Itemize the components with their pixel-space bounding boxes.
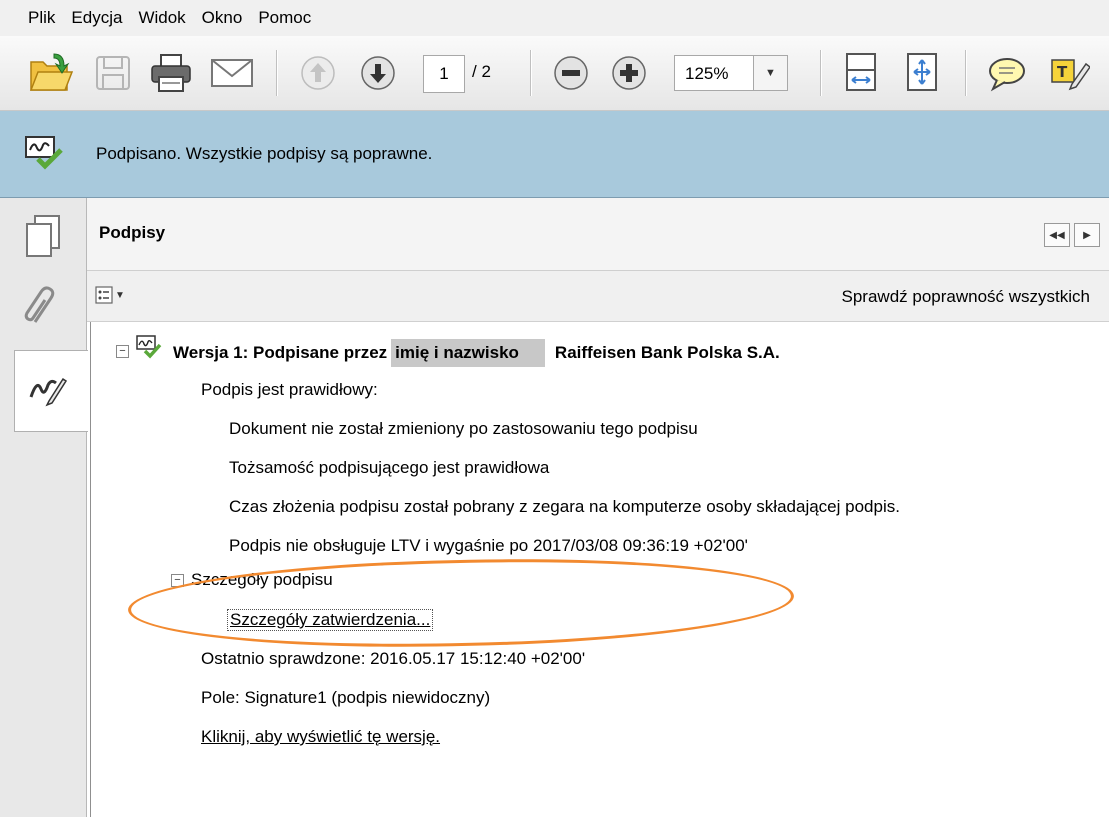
panel-title: Podpisy	[99, 223, 166, 242]
signatures-panel-toolbar: ▼ Sprawdź poprawność wszystkich	[87, 271, 1109, 322]
version-prefix: Wersja 1: Podpisane przez	[173, 343, 388, 362]
panel-collapse-controls: ◀◀ ▶	[1044, 223, 1104, 247]
signature-version-row[interactable]: Wersja 1: Podpisane przez imię i nazwisko…	[173, 339, 780, 367]
next-page-icon[interactable]	[360, 55, 396, 96]
check-time-source: Czas złożenia podpisu został pobrany z z…	[229, 497, 900, 516]
signature-status: Podpis jest prawidłowy:	[201, 380, 378, 399]
signer-name-redacted: imię i nazwisko	[391, 339, 545, 367]
signature-status-bar: Podpisano. Wszystkie podpisy są poprawne…	[0, 111, 1109, 198]
zoom-out-icon[interactable]	[553, 55, 589, 96]
menu-okno[interactable]: Okno	[202, 8, 243, 28]
menu-widok[interactable]: Widok	[138, 8, 185, 28]
fit-width-icon[interactable]	[844, 52, 878, 97]
fit-page-icon[interactable]	[905, 52, 939, 97]
options-icon	[95, 286, 113, 304]
expand-right-icon[interactable]: ▶	[1074, 223, 1100, 247]
menu-pomoc[interactable]: Pomoc	[258, 8, 311, 28]
check-unmodified: Dokument nie został zmieniony po zastoso…	[229, 419, 698, 438]
check-identity: Tożsamość podpisującego jest prawidłowa	[229, 458, 550, 477]
svg-text:T: T	[1057, 63, 1068, 81]
navigation-rail	[0, 198, 88, 817]
signatures-icon[interactable]	[22, 364, 72, 414]
view-version-link[interactable]: Kliknij, aby wyświetlić tę wersję.	[201, 727, 440, 747]
collapse-details-toggle[interactable]: −	[171, 574, 184, 587]
signature-valid-icon	[24, 135, 64, 176]
save-icon[interactable]	[94, 54, 132, 97]
signatures-panel-header: Podpisy ◀◀ ▶	[87, 198, 1109, 271]
chevron-down-icon: ▼	[115, 289, 125, 301]
chevron-down-icon: ▼	[765, 67, 776, 79]
menu-bar: Plik Edycja Widok Okno Pomoc	[0, 0, 1109, 36]
validate-all-button[interactable]: Sprawdź poprawność wszystkich	[842, 287, 1090, 307]
toolbar: 1 / 2 125% ▼ T	[0, 36, 1109, 111]
signature-field: Pole: Signature1 (podpis niewidoczny)	[201, 688, 491, 707]
signature-status-message: Podpisano. Wszystkie podpisy są poprawne…	[96, 144, 433, 163]
check-ltv: Podpis nie obsługuje LTV i wygaśnie po 2…	[229, 536, 748, 555]
zoom-input[interactable]: 125%	[674, 55, 754, 91]
open-icon[interactable]	[28, 50, 74, 101]
comment-icon[interactable]	[987, 56, 1027, 97]
signature-details-node[interactable]: Szczegóły podpisu	[191, 570, 333, 590]
attachments-icon[interactable]	[18, 282, 68, 332]
previous-page-icon[interactable]	[300, 55, 336, 96]
signer-organization: Raiffeisen Bank Polska S.A.	[554, 343, 780, 362]
last-checked: Ostatnio sprawdzone: 2016.05.17 15:12:40…	[201, 649, 586, 668]
zoom-dropdown-button[interactable]: ▼	[754, 55, 788, 91]
print-icon[interactable]	[150, 53, 192, 98]
options-menu-button[interactable]: ▼	[95, 286, 125, 304]
signatures-tree: − Wersja 1: Podpisane przez imię i nazwis…	[90, 322, 1109, 817]
zoom-in-icon[interactable]	[611, 55, 647, 96]
page-thumbnails-icon[interactable]	[18, 212, 68, 262]
highlight-icon[interactable]: T	[1050, 54, 1092, 97]
validation-details-link[interactable]: Szczegóły zatwierdzenia...	[227, 609, 434, 631]
menu-plik[interactable]: Plik	[28, 8, 55, 28]
menu-edycja[interactable]: Edycja	[71, 8, 122, 28]
email-icon[interactable]	[210, 58, 254, 93]
signature-valid-icon	[136, 335, 162, 364]
collapse-left-icon[interactable]: ◀◀	[1044, 223, 1070, 247]
page-number-input[interactable]: 1	[423, 55, 465, 93]
page-total: / 2	[472, 62, 491, 81]
collapse-version-toggle[interactable]: −	[116, 345, 129, 358]
